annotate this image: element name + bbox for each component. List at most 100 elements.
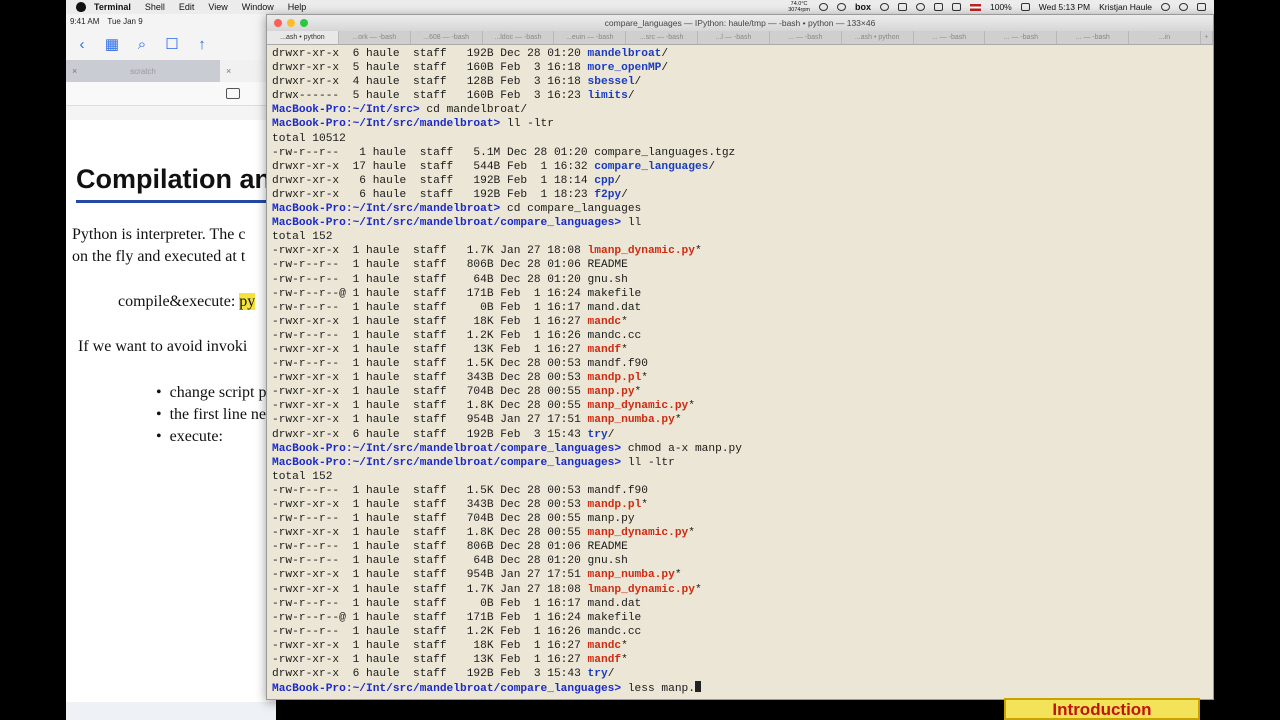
back-icon[interactable]: ‹ [74, 36, 90, 53]
terminal-line: -rwxr-xr-x 1 haule staff 18K Feb 1 16:27… [272, 315, 1052, 329]
terminal-line: -rwxr-xr-x 1 haule staff 13K Feb 1 16:27… [272, 653, 1052, 667]
menubar-user[interactable]: Kristjan Haule [1099, 2, 1152, 12]
minimize-window-icon[interactable] [287, 19, 295, 27]
shell-prompt: MacBook-Pro:~/Int/src/mandelbroat/compar… [272, 683, 628, 696]
file-attributes: -rwxr-xr-x 1 haule staff 18K Feb 1 16:27 [272, 315, 588, 328]
tabs-grid-icon[interactable]: ▦ [104, 36, 120, 53]
temperature-readout[interactable]: 74.0°C 3074rpm [788, 1, 810, 13]
terminal-line: drwxr-xr-x 6 haule staff 192B Feb 3 15:4… [272, 428, 1052, 442]
notification-center-icon[interactable] [1197, 3, 1206, 11]
display-icon[interactable] [897, 3, 907, 11]
terminal-line: drwxr-xr-x 4 haule staff 128B Feb 3 16:1… [272, 75, 1052, 89]
close-window-icon[interactable] [274, 19, 282, 27]
volume-icon[interactable] [951, 3, 961, 11]
terminal-tab[interactable]: ...608 — -bash [411, 31, 483, 44]
menubar-clock[interactable]: Wed 5:13 PM [1039, 2, 1090, 12]
wifi-icon[interactable] [915, 3, 925, 11]
file-attributes: -rw-r--r-- 1 haule staff 0B Feb 1 16:17 [272, 301, 588, 314]
ipad-status-bar: 9:41 AM Tue Jan 9 [66, 14, 276, 28]
menu-shell[interactable]: Shell [145, 2, 165, 12]
executable-name: mandp.pl [587, 372, 642, 385]
compile-label: compile&execute: [118, 293, 240, 310]
file-type-suffix: / [661, 62, 669, 75]
bluetooth-icon[interactable] [933, 3, 943, 11]
file-type-suffix: / [634, 76, 642, 89]
terminal-titlebar[interactable]: compare_languages — IPython: haule/tmp —… [267, 15, 1213, 31]
slide-section-label: Introduction [1004, 698, 1200, 720]
file-attributes: -rw-r--r-- 1 haule staff 1.2K Feb 1 16:2… [272, 329, 588, 342]
executable-name: lmanp_dynamic.py [587, 583, 695, 596]
ipad-time: 9:41 AM [70, 16, 100, 26]
executable-name: mandc [587, 639, 622, 652]
terminal-line: -rwxr-xr-x 1 haule staff 704B Dec 28 00:… [272, 385, 1052, 399]
command-input: less manp. [627, 683, 695, 696]
terminal-tab[interactable]: ...ash • python [842, 31, 914, 44]
terminal-output[interactable]: drwxr-xr-x 6 haule staff 192B Dec 28 01:… [272, 47, 1052, 695]
spotlight-icon[interactable] [1161, 3, 1170, 11]
menu-help[interactable]: Help [288, 2, 307, 12]
record-icon[interactable] [818, 3, 828, 11]
terminal-tab[interactable]: ...euin — -bash [554, 31, 627, 44]
terminal-tab[interactable]: ...src — -bash [626, 31, 699, 44]
text-cursor [694, 681, 701, 693]
terminal-line: -rwxr-xr-x 1 haule staff 1.8K Dec 28 00:… [272, 399, 1052, 413]
slide-heading: Compilation and [76, 164, 276, 194]
box-app-icon[interactable]: box [855, 2, 871, 12]
bullet-item: execute: [156, 426, 274, 448]
menu-app-terminal[interactable]: Terminal [94, 2, 131, 12]
battery-icon[interactable] [1020, 3, 1030, 11]
terminal-line: MacBook-Pro:~/Int/src/mandelbroat/compar… [272, 216, 1052, 230]
shell-prompt: MacBook-Pro:~/Int/src/mandelbroat> [272, 203, 507, 216]
menu-edit[interactable]: Edit [179, 2, 195, 12]
command-text: ll -ltr [506, 118, 554, 131]
directory-name: try [587, 668, 608, 681]
terminal-tab[interactable]: ...in [1129, 31, 1201, 44]
time-machine-icon[interactable] [879, 3, 889, 11]
file-attributes: -rwxr-xr-x 1 haule staff 18K Feb 1 16:27 [272, 639, 588, 652]
terminal-tab[interactable]: ...ldoc — -bash [483, 31, 555, 44]
search-icon[interactable]: ⌕ [134, 36, 150, 53]
file-name: makefile [587, 611, 642, 624]
terminal-tab[interactable]: ... — -bash [985, 31, 1058, 44]
terminal-title: compare_languages — IPython: haule/tmp —… [604, 18, 876, 28]
terminal-line: -rw-r--r-- 1 haule staff 64B Dec 28 01:2… [272, 273, 1052, 287]
battery-percent[interactable]: 100% [990, 2, 1012, 12]
browser-tab-inactive[interactable]: × scratch [66, 60, 220, 82]
menu-window[interactable]: Window [242, 2, 274, 12]
directory-name: compare_languages [594, 160, 709, 173]
file-name: mandc.cc [587, 329, 642, 342]
terminal-tab[interactable]: ... — -bash [914, 31, 986, 44]
us-flag-input-icon[interactable] [969, 3, 981, 11]
sync-icon[interactable] [836, 3, 846, 11]
directory-name: f2py [594, 188, 622, 201]
terminal-tab[interactable]: ...ash • python [267, 31, 339, 44]
reader-mode-icon[interactable] [226, 88, 240, 99]
terminal-line: drwx------ 5 haule staff 160B Feb 3 16:2… [272, 89, 1052, 103]
new-tab-plus-icon[interactable]: + [1201, 31, 1213, 44]
terminal-tab[interactable]: ...ork — -bash [339, 31, 411, 44]
command-text: chmod a-x manp.py [627, 442, 742, 455]
close-tab-icon[interactable]: × [226, 66, 231, 76]
file-type-suffix: / [661, 48, 669, 60]
terminal-tab[interactable]: ...l — -bash [698, 31, 770, 44]
menu-view[interactable]: View [208, 2, 227, 12]
bookmark-icon[interactable]: ☐ [164, 36, 180, 53]
terminal-tab[interactable]: ... — -bash [770, 31, 842, 44]
file-name: makefile [587, 287, 642, 300]
terminal-line: -rw-r--r-- 1 haule staff 0B Feb 1 16:17 … [272, 597, 1052, 611]
zoom-window-icon[interactable] [300, 19, 308, 27]
close-tab-icon[interactable]: × [72, 66, 77, 76]
terminal-tab[interactable]: ... — -bash [1057, 31, 1130, 44]
directory-name: sbessel [587, 76, 635, 89]
siri-icon[interactable] [1179, 3, 1188, 11]
heading-rule [76, 200, 276, 203]
terminal-line: total 152 [272, 470, 1052, 484]
apple-icon[interactable] [76, 2, 86, 12]
file-attributes: -rw-r--r-- 1 haule staff 704B Dec 28 00:… [272, 513, 588, 526]
file-type-suffix: * [621, 343, 628, 356]
file-type-suffix: * [621, 639, 628, 652]
bullet-item: the first line nee [156, 404, 274, 426]
terminal-line: -rwxr-xr-x 1 haule staff 343B Dec 28 00:… [272, 498, 1052, 512]
file-type-suffix: * [621, 315, 628, 328]
share-icon[interactable]: ↑ [194, 36, 210, 53]
